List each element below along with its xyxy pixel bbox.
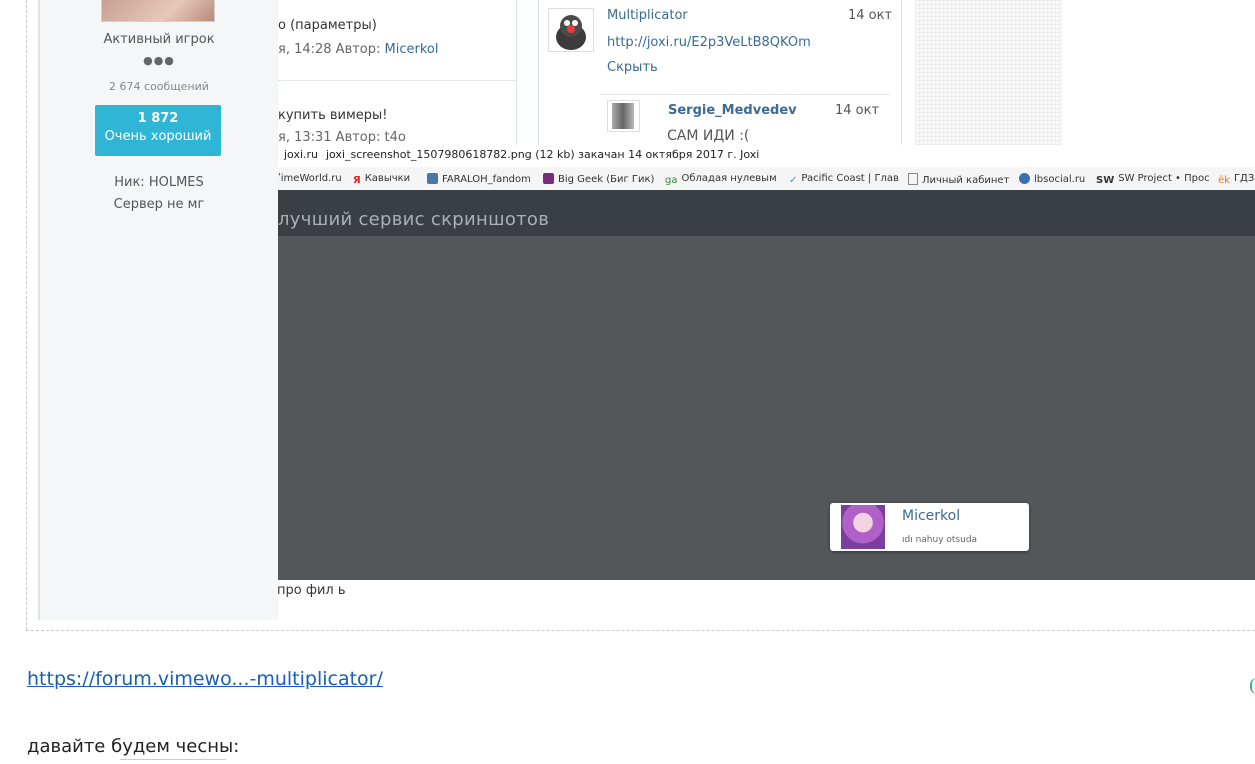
scroll-edge-marker [1250, 678, 1255, 694]
bookmark-label: SW Project • Прос [1118, 173, 1210, 184]
globe-icon [1019, 173, 1030, 184]
user-avatar[interactable] [101, 0, 215, 22]
yandex-icon: Я [353, 175, 361, 186]
topic-meta-prefix: я, 13:31 Автор: [278, 130, 385, 145]
topic-meta-prefix: я, 14:28 Автор: [278, 42, 385, 57]
gdz-icon: ёk [1218, 175, 1230, 186]
popup-message: ıdı nahuy otsuda [902, 535, 978, 545]
vk-icon [427, 173, 438, 184]
comment-avatar-multiplicator[interactable] [548, 8, 594, 52]
bookmark-lbsocial[interactable]: lbsocial.ru [1019, 173, 1085, 185]
reputation-badge: 1 872 Очень хороший [95, 105, 221, 156]
bookmark-label: Личный кабинет [922, 175, 1010, 186]
transparent-area [915, 0, 1062, 145]
reputation-value: 1 872 [137, 111, 179, 126]
bookmark-personal-cabinet[interactable]: Личный кабинет [908, 173, 1009, 186]
bookmark-label: Кавычки [364, 173, 411, 184]
sw-icon: SW [1096, 175, 1115, 186]
chat-popup[interactable]: Micerkol ıdı nahuy otsuda [830, 503, 1029, 551]
post-count: 2 674 сообщений [109, 80, 209, 93]
joxi-tagline: лучший сервис скриншотов [278, 209, 550, 230]
file-info-text: joxi_screenshot_1507980618782.png (12 kb… [326, 148, 760, 161]
bookmark-icon [543, 173, 554, 184]
file-info-bar: joxi.ru joxi_screenshot_1507980618782.pn… [278, 145, 1255, 165]
bookmark-obladaya[interactable]: ga Обладая нулевым [665, 173, 777, 186]
bookmark-label: lbsocial.ru [1034, 174, 1086, 185]
bookmark-label: FARALOH_fandom [442, 174, 531, 185]
reply-date: 14 окт [835, 103, 880, 118]
reply-avatar[interactable] [607, 100, 640, 132]
page-icon [908, 173, 918, 185]
topic-author-1[interactable]: Micerkol [385, 42, 439, 57]
mole-avatar-icon [556, 15, 586, 50]
comment-author[interactable]: Multiplicator [607, 8, 688, 23]
reply-author[interactable]: Sergie_Medvedev [668, 103, 797, 118]
topics-divider [278, 80, 516, 81]
topic-meta-2: я, 13:31 Автор: t4o [278, 130, 406, 145]
comment-link[interactable]: http://joxi.ru/E2p3VeLtB8QKOm [607, 35, 811, 50]
reputation-label: Очень хороший [104, 129, 212, 144]
topic-title-1[interactable]: о (параметры) [278, 18, 377, 33]
user-server: Сервер не мг [113, 197, 205, 212]
topic-meta-1: я, 14:28 Автор: Micerkol [278, 42, 438, 57]
topics-panel: о (параметры) я, 14:28 Автор: Micerkol к… [278, 0, 517, 145]
profile-column [40, 0, 278, 620]
bookmark-sw-project[interactable]: SW SW Project • Прос [1096, 173, 1210, 186]
rank-dots: ●●● [143, 54, 175, 67]
popup-author[interactable]: Micerkol [902, 508, 960, 524]
post-frame-left-border [26, 0, 27, 630]
embedded-element-edge [120, 759, 226, 764]
reply-divider [600, 94, 890, 95]
check-icon: ✓ [789, 175, 798, 186]
bookmark-vimeworld[interactable]: ʹimeWorld.ru [278, 173, 342, 184]
comment-fragment: про фил ь [277, 583, 346, 598]
file-site[interactable]: joxi.ru [284, 148, 318, 161]
browser-bookmarks-bar: ʹimeWorld.ru Я Кавычки FARALOH_fandom Big… [278, 167, 1255, 191]
goodreads-icon: ga [665, 175, 678, 186]
bookmark-faraloh[interactable]: FARALOH_fandom [427, 173, 531, 185]
forum-link[interactable]: https://forum.vimewo...-multiplicator/ [27, 668, 383, 690]
reply-avatar-photo [612, 103, 634, 129]
bookmark-label: ʹimeWorld.ru [278, 173, 342, 184]
bookmark-label: ГДЗ [1233, 173, 1255, 184]
bookmark-label: Обладая нулевым [681, 173, 777, 184]
reply-text: САМ ИДИ :( [667, 128, 750, 144]
bookmark-kavychki[interactable]: Я Кавычки [353, 173, 410, 186]
user-rank: Активный игрок [103, 32, 215, 47]
topic-title-2[interactable]: купить вимеры! [278, 108, 388, 123]
user-nick: Ник: HOLMES [114, 175, 204, 190]
joxi-image-area [278, 236, 1255, 580]
bookmark-label: Big Geek (Биг Гик) [558, 174, 655, 185]
hide-comment-link[interactable]: Скрыть [607, 60, 658, 75]
popup-avatar [841, 505, 885, 549]
bookmark-biggeek[interactable]: Big Geek (Биг Гик) [543, 173, 654, 185]
bookmark-pacific-coast[interactable]: ✓ Pacific Coast | Глав [789, 173, 899, 186]
topic-author-2[interactable]: t4o [385, 130, 406, 145]
bookmark-gdz[interactable]: ёk ГДЗ [1218, 173, 1254, 186]
post-text: давайте будем чесны: [27, 736, 240, 757]
comment-date: 14 окт [848, 8, 893, 23]
bookmark-label: Pacific Coast | Глав [801, 173, 899, 184]
post-frame-bottom-border [26, 630, 1255, 631]
